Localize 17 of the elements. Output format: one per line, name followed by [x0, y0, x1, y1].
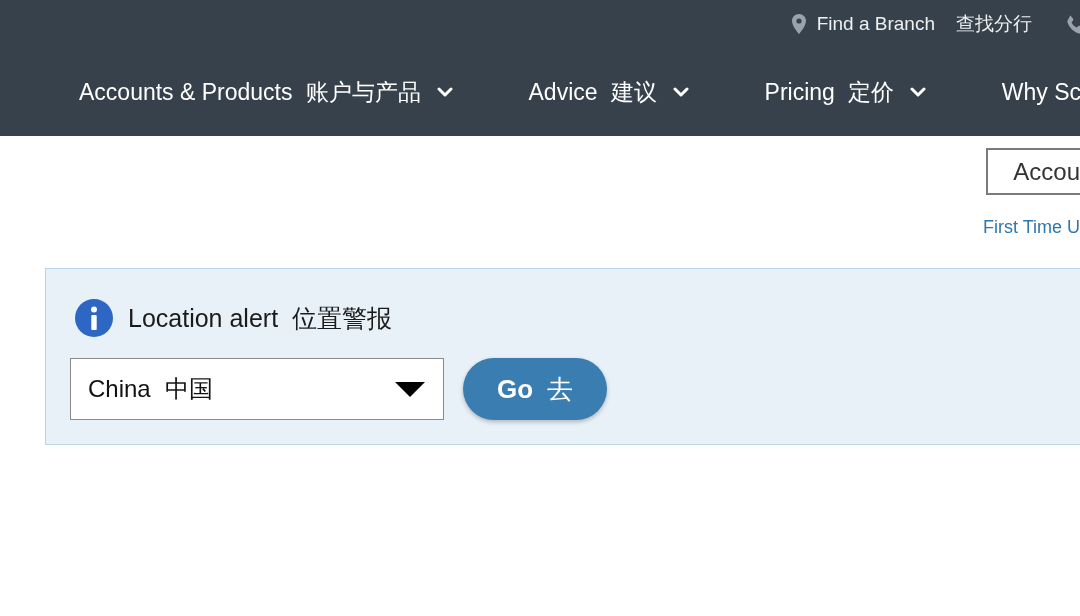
nav-menu-link[interactable]: Pricing 定价 — [764, 76, 926, 108]
country-select[interactable]: China 中国 — [70, 358, 444, 420]
chevron-down-icon — [909, 87, 926, 97]
map-pin-icon — [791, 14, 806, 34]
nav-menu-link[interactable]: Accounts & Products 账户与产品 — [79, 76, 453, 108]
nav-menu-link[interactable]: Why Sc — [1001, 78, 1080, 106]
nav-menu-link[interactable]: Advice 建议 — [528, 76, 689, 108]
account-select[interactable]: Accou — [986, 148, 1080, 195]
chevron-down-icon — [436, 87, 453, 97]
alert-title: Location alert 位置警报 — [128, 302, 393, 334]
info-icon — [75, 299, 113, 337]
first-time-link[interactable]: First Time U — [983, 217, 1080, 238]
phone-icon[interactable] — [1066, 14, 1080, 34]
chevron-down-icon — [672, 87, 689, 97]
go-button[interactable]: Go 去 — [463, 358, 607, 420]
dropdown-triangle-icon — [395, 381, 425, 397]
find-branch-link[interactable]: Find a Branch 查找分行 — [791, 11, 1032, 37]
